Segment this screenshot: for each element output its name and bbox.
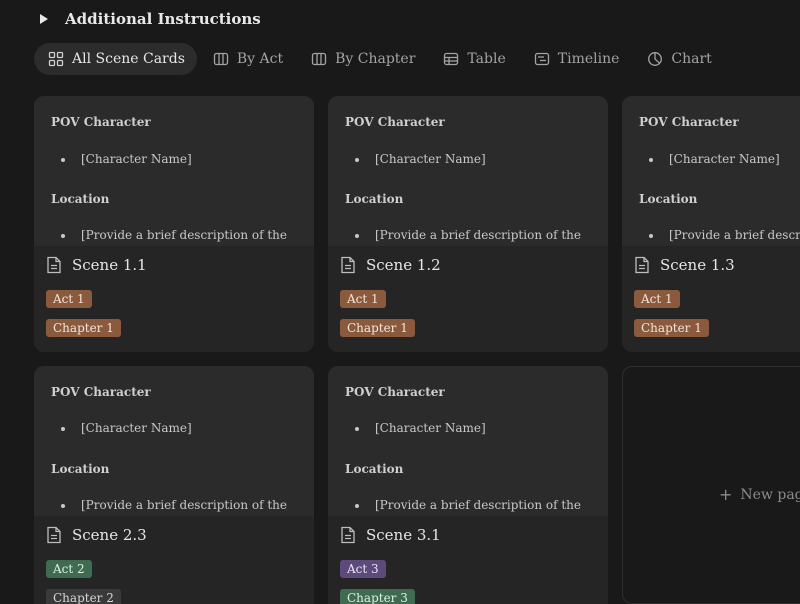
card-preview: POV Character [Character Name] Location … [34, 366, 314, 516]
act-tag: Act 1 [340, 290, 386, 308]
tab-by-act[interactable]: By Act [199, 43, 295, 75]
pov-heading: POV Character [345, 385, 445, 399]
grid-icon [48, 51, 64, 67]
location-value: [Provide a brief description of the [355, 498, 581, 512]
plus-icon: + [719, 485, 733, 504]
location-heading: Location [345, 192, 404, 206]
tab-label: Timeline [557, 51, 620, 67]
card-preview: POV Character [Character Name] Location … [622, 96, 800, 246]
new-page-card[interactable]: + New page [622, 366, 800, 604]
document-icon [341, 256, 355, 274]
chapter-tag: Chapter 1 [340, 319, 415, 337]
scene-card[interactable]: POV Character [Character Name] Location … [34, 96, 314, 352]
chapter-tag: Chapter 3 [340, 589, 415, 604]
chapter-tag: Chapter 1 [634, 319, 709, 337]
pov-value: [Character Name] [355, 152, 486, 166]
pov-heading: POV Character [345, 115, 445, 129]
document-icon [341, 526, 355, 544]
location-heading: Location [51, 192, 110, 206]
timeline-icon [534, 52, 549, 66]
scene-card[interactable]: POV Character [Character Name] Location … [328, 366, 608, 604]
card-title-row: Scene 1.2 [340, 256, 441, 274]
card-title-row: Scene 1.3 [634, 256, 735, 274]
pov-heading: POV Character [639, 115, 739, 129]
card-preview: POV Character [Character Name] Location … [328, 366, 608, 516]
pov-value: [Character Name] [649, 152, 780, 166]
pie-chart-icon [648, 52, 663, 66]
view-tabs: All Scene Cards By Act By Chapter Table [34, 43, 726, 75]
tab-label: By Act [236, 51, 284, 67]
act-tag: Act 3 [340, 560, 386, 578]
card-title-row: Scene 2.3 [46, 526, 147, 544]
tab-label: Chart [671, 51, 712, 67]
tab-label: Table [467, 51, 506, 67]
tab-chart[interactable]: Chart [633, 43, 723, 75]
pov-heading: POV Character [51, 385, 151, 399]
tab-all-scene-cards[interactable]: All Scene Cards [34, 43, 197, 75]
card-body: Scene 1.2 Act 1 Chapter 1 [328, 246, 608, 352]
scene-card[interactable]: POV Character [Character Name] Location … [328, 96, 608, 352]
tab-label: By Chapter [335, 51, 416, 67]
card-preview: POV Character [Character Name] Location … [34, 96, 314, 246]
location-value: [Provide a brief description of the [61, 228, 287, 242]
pov-heading: POV Character [51, 115, 151, 129]
tab-table[interactable]: Table [429, 43, 517, 75]
tab-by-chapter[interactable]: By Chapter [297, 43, 427, 75]
board-icon [213, 52, 229, 66]
scene-card[interactable]: POV Character [Character Name] Location … [34, 366, 314, 604]
scene-card[interactable]: POV Character [Character Name] Location … [622, 96, 800, 352]
tab-timeline[interactable]: Timeline [520, 43, 632, 75]
card-body: Scene 3.1 Act 3 Chapter 3 [328, 516, 608, 604]
board-icon [311, 52, 327, 66]
card-title: Scene 1.1 [72, 256, 147, 274]
card-body: Scene 1.1 Act 1 Chapter 1 [34, 246, 314, 352]
new-page-label: New page [740, 486, 800, 503]
act-tag: Act 1 [634, 290, 680, 308]
document-icon [635, 256, 649, 274]
card-preview: POV Character [Character Name] Location … [328, 96, 608, 246]
toggle-title: Additional Instructions [65, 10, 261, 28]
triangle-right-icon [40, 14, 48, 24]
location-value: [Provide a brief description of the [355, 228, 581, 242]
card-title: Scene 1.2 [366, 256, 441, 274]
card-title-row: Scene 1.1 [46, 256, 147, 274]
act-tag: Act 2 [46, 560, 92, 578]
pov-value: [Character Name] [61, 421, 192, 435]
location-heading: Location [345, 462, 404, 476]
location-value: [Provide a brief description of the [61, 498, 287, 512]
tab-label: All Scene Cards [72, 51, 185, 67]
act-tag: Act 1 [46, 290, 92, 308]
card-title: Scene 2.3 [72, 526, 147, 544]
card-title: Scene 3.1 [366, 526, 441, 544]
table-icon [444, 52, 459, 66]
chapter-tag: Chapter 1 [46, 319, 121, 337]
pov-value: [Character Name] [61, 152, 192, 166]
card-body: Scene 1.3 Act 1 Chapter 1 [622, 246, 800, 352]
location-value: [Provide a brief description of the [649, 228, 800, 242]
location-heading: Location [639, 192, 698, 206]
card-title-row: Scene 3.1 [340, 526, 441, 544]
document-icon [47, 526, 61, 544]
card-title: Scene 1.3 [660, 256, 735, 274]
additional-instructions-toggle[interactable]: Additional Instructions [40, 8, 261, 30]
card-body: Scene 2.3 Act 2 Chapter 2 [34, 516, 314, 604]
pov-value: [Character Name] [355, 421, 486, 435]
new-page-button[interactable]: + New page [719, 485, 800, 504]
chapter-tag: Chapter 2 [46, 589, 121, 604]
document-icon [47, 256, 61, 274]
location-heading: Location [51, 462, 110, 476]
